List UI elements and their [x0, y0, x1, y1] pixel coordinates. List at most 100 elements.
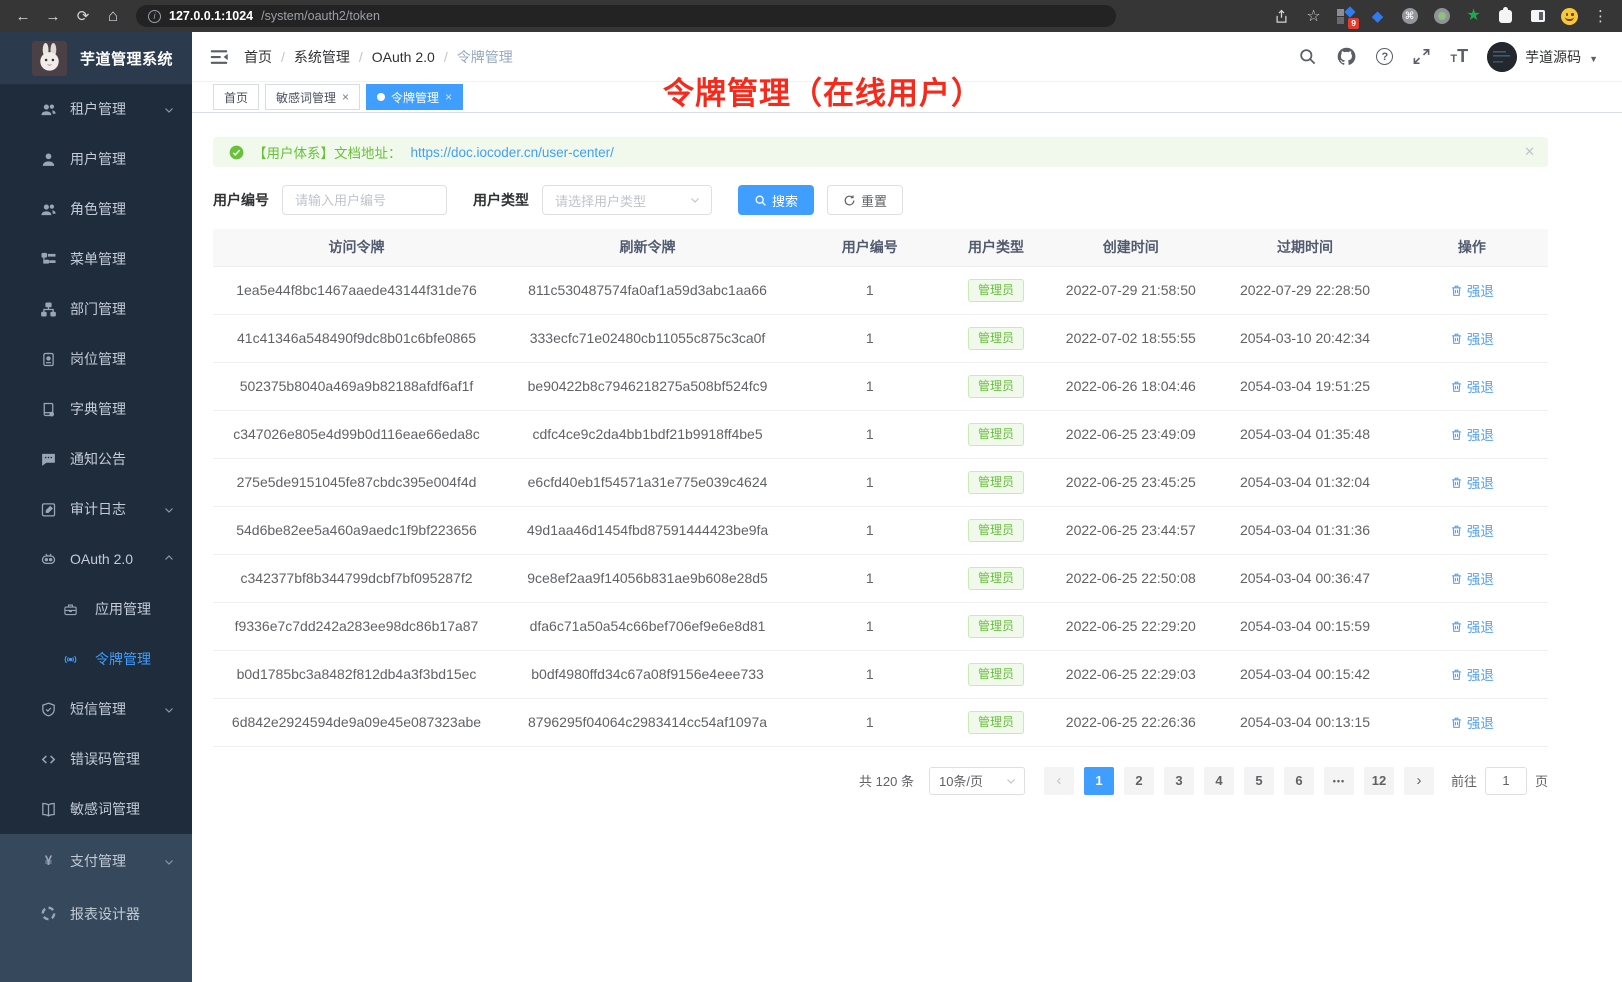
page-button[interactable]: 6	[1284, 767, 1314, 795]
tab-close-icon[interactable]: ×	[342, 90, 349, 104]
browser-home-icon[interactable]: ⌂	[100, 6, 126, 26]
github-icon[interactable]	[1336, 46, 1357, 67]
sidebar-item-pay[interactable]: ¥支付管理	[0, 834, 192, 887]
tab-token[interactable]: 令牌管理×	[366, 84, 463, 110]
sidebar-item-sms[interactable]: 短信管理	[0, 684, 192, 734]
sidebar-item-sensitive-word[interactable]: 敏感词管理	[0, 784, 192, 834]
sidebar-item-oauth2[interactable]: OAuth 2.0	[0, 534, 192, 584]
doc-link[interactable]: https://doc.iocoder.cn/user-center/	[411, 145, 614, 160]
user-type-cell: 管理员	[945, 698, 1048, 746]
breadcrumb-item[interactable]: 系统管理	[294, 47, 350, 67]
sidebar-item-notice[interactable]: 通知公告	[0, 434, 192, 484]
page-size-select[interactable]: 10条/页	[929, 767, 1025, 795]
page-more-button[interactable]: •••	[1324, 767, 1354, 795]
app-logo[interactable]: 芋道管理系统	[0, 32, 192, 84]
table-header-row: 访问令牌刷新令牌用户编号用户类型创建时间过期时间操作	[213, 229, 1548, 266]
page-button[interactable]: 5	[1244, 767, 1274, 795]
browser-menu-icon[interactable]: ⋮	[1593, 7, 1608, 25]
force-logout-button[interactable]: 强退	[1450, 664, 1494, 684]
browser-back-icon[interactable]: ←	[10, 8, 36, 25]
sidebar-item-dict[interactable]: 字典管理	[0, 384, 192, 434]
action-cell: 强退	[1396, 314, 1548, 362]
search-icon[interactable]	[1298, 47, 1317, 66]
force-logout-button[interactable]: 强退	[1450, 280, 1494, 300]
user-type-cell: 管理员	[945, 458, 1048, 506]
sidebar-fold-icon[interactable]	[208, 46, 230, 68]
sidebar-item-tenant[interactable]: 租户管理	[0, 84, 192, 134]
page-info-icon[interactable]: i	[148, 10, 161, 23]
sidebar-item-oauth2-app[interactable]: 应用管理	[0, 584, 192, 634]
font-size-icon[interactable]: TT	[1450, 46, 1468, 67]
breadcrumb-item[interactable]: 首页	[244, 47, 272, 67]
side-panel-icon[interactable]	[1529, 8, 1546, 25]
force-logout-button[interactable]: 强退	[1450, 616, 1494, 636]
search-button[interactable]: 搜索	[738, 185, 814, 215]
share-icon[interactable]	[1273, 8, 1290, 25]
table-row: 502375b8040a469a9b82188afdf6af1fbe90422b…	[213, 362, 1548, 410]
page-button[interactable]: 2	[1124, 767, 1154, 795]
tab-close-icon[interactable]: ×	[445, 90, 452, 104]
extension-star-icon[interactable]: ★	[1465, 8, 1482, 25]
table-body: 1ea5e44f8bc1467aaede43144f31de76811c5304…	[213, 266, 1548, 746]
extension-gem-icon[interactable]: ◆	[1369, 8, 1386, 25]
refresh-token-cell: 8796295f04064c2983414cc54af1097a	[500, 698, 795, 746]
goto-page-input[interactable]	[1485, 767, 1527, 795]
user-type-cell: 管理员	[945, 314, 1048, 362]
refresh-token-cell: b0df4980ffd34c67a08f9156e4eee733	[500, 650, 795, 698]
action-cell: 强退	[1396, 602, 1548, 650]
breadcrumb-item[interactable]: OAuth 2.0	[372, 49, 435, 65]
page-button[interactable]: 3	[1164, 767, 1194, 795]
expire-time-cell: 2054-03-04 00:13:15	[1214, 698, 1396, 746]
force-logout-button[interactable]: 强退	[1450, 712, 1494, 732]
force-logout-button[interactable]: 强退	[1450, 520, 1494, 540]
sidebar-item-oauth2-token[interactable]: 令牌管理	[0, 634, 192, 684]
chevron-down-icon	[689, 194, 701, 206]
table-row: 275e5de9151045fe87cbdc395e004f4de6cfd40e…	[213, 458, 1548, 506]
next-page-button[interactable]: ›	[1404, 767, 1434, 795]
page-button[interactable]: 12	[1364, 767, 1394, 795]
sidebar-item-report[interactable]: 报表设计器	[0, 887, 192, 940]
force-logout-button[interactable]: 强退	[1450, 376, 1494, 396]
help-icon[interactable]: ?	[1376, 48, 1393, 65]
user-type-select[interactable]: 请选择用户类型	[542, 185, 712, 215]
extension-command-icon[interactable]: ⌘	[1401, 8, 1418, 25]
address-bar[interactable]: i 127.0.0.1:1024/system/oauth2/token	[136, 5, 1116, 27]
extensions-puzzle-icon[interactable]	[1497, 8, 1514, 25]
browser-refresh-icon[interactable]: ⟳	[70, 7, 96, 25]
open-book-icon	[40, 801, 57, 818]
fullscreen-icon[interactable]	[1412, 47, 1431, 66]
user-menu[interactable]: 芋道源码 ▼	[1487, 42, 1598, 72]
prev-page-button[interactable]: ‹	[1044, 767, 1074, 795]
sidebar-item-dept[interactable]: 部门管理	[0, 284, 192, 334]
tab-sensitive-word[interactable]: 敏感词管理×	[265, 84, 360, 110]
alert-close-icon[interactable]: ✕	[1524, 145, 1535, 158]
access-token-cell: 6d842e2924594de9a09e45e087323abe	[213, 698, 500, 746]
force-logout-button[interactable]: 强退	[1450, 328, 1494, 348]
sidebar-item-audit-log[interactable]: 审计日志	[0, 484, 192, 534]
sidebar-item-post[interactable]: 岗位管理	[0, 334, 192, 384]
page-button[interactable]: 4	[1204, 767, 1234, 795]
bookmark-star-icon[interactable]: ☆	[1305, 8, 1322, 25]
user-id-input[interactable]	[282, 185, 447, 215]
url-host: 127.0.0.1:1024	[169, 9, 253, 23]
profile-emoji-icon[interactable]	[1561, 8, 1578, 25]
tab-home[interactable]: 首页	[213, 84, 259, 110]
trash-icon	[1450, 332, 1463, 345]
browser-forward-icon[interactable]: →	[40, 8, 66, 25]
sidebar-item-user[interactable]: 用户管理	[0, 134, 192, 184]
sidebar-item-menu[interactable]: 菜单管理	[0, 234, 192, 284]
main-area: 首页/系统管理/OAuth 2.0/令牌管理 ? TT 芋道源码	[192, 32, 1622, 982]
extension-tabs-icon[interactable]: 9	[1337, 8, 1354, 25]
sidebar-item-role[interactable]: 角色管理	[0, 184, 192, 234]
sidebar-item-error-code[interactable]: 错误码管理	[0, 734, 192, 784]
extension-record-icon[interactable]	[1433, 8, 1450, 25]
user-id-cell: 1	[795, 458, 945, 506]
goto-unit-label: 页	[1535, 771, 1548, 790]
force-logout-button[interactable]: 强退	[1450, 424, 1494, 444]
force-logout-button[interactable]: 强退	[1450, 568, 1494, 588]
user-id-cell: 1	[795, 650, 945, 698]
force-logout-button[interactable]: 强退	[1450, 472, 1494, 492]
reset-button[interactable]: 重置	[827, 185, 903, 215]
page-content: 【用户体系】文档地址： https://doc.iocoder.cn/user-…	[192, 113, 1622, 982]
page-button[interactable]: 1	[1084, 767, 1114, 795]
